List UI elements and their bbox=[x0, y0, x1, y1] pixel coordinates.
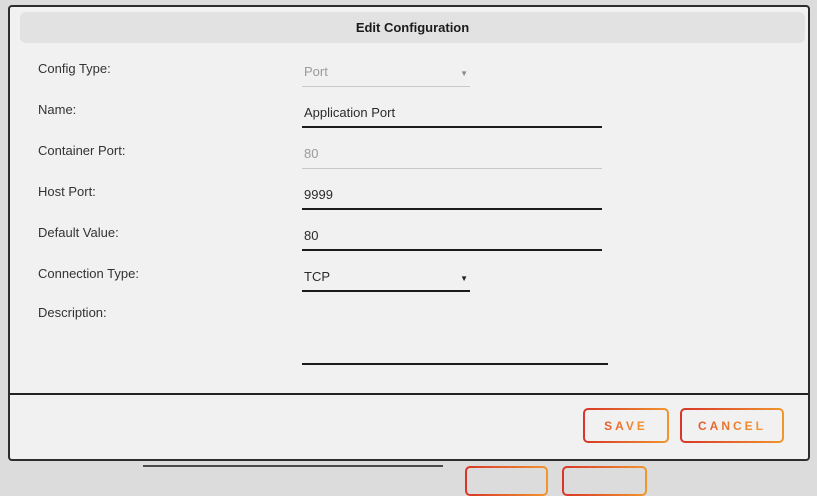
connection-type-row: Connection Type: TCP ▼ bbox=[38, 264, 808, 292]
dialog-footer: SAVE CANCEL bbox=[10, 395, 808, 443]
container-port-label: Container Port: bbox=[38, 143, 302, 169]
connection-type-select[interactable]: TCP ▼ bbox=[302, 265, 470, 292]
edit-configuration-form: Config Type: Port ▼ Name: Container Port… bbox=[10, 43, 808, 365]
background-input-underline bbox=[143, 465, 443, 467]
save-button[interactable]: SAVE bbox=[583, 408, 669, 443]
host-port-input[interactable] bbox=[302, 183, 602, 210]
default-value-label: Default Value: bbox=[38, 225, 302, 251]
connection-type-label: Connection Type: bbox=[38, 266, 302, 292]
background-cancel-button-partial[interactable] bbox=[562, 466, 647, 496]
cancel-button-label: CANCEL bbox=[698, 419, 766, 433]
config-type-value: Port bbox=[304, 64, 328, 79]
host-port-label: Host Port: bbox=[38, 184, 302, 210]
connection-type-value: TCP bbox=[304, 269, 330, 284]
name-row: Name: bbox=[38, 100, 808, 128]
container-port-row: Container Port: bbox=[38, 141, 808, 169]
description-row: Description: bbox=[38, 305, 808, 365]
config-type-row: Config Type: Port ▼ bbox=[38, 59, 808, 87]
default-value-row: Default Value: bbox=[38, 223, 808, 251]
config-type-label: Config Type: bbox=[38, 61, 302, 87]
name-input[interactable] bbox=[302, 101, 602, 128]
description-label: Description: bbox=[38, 305, 302, 320]
cancel-button[interactable]: CANCEL bbox=[680, 408, 784, 443]
dialog-header: Edit Configuration bbox=[20, 12, 805, 43]
host-port-row: Host Port: bbox=[38, 182, 808, 210]
chevron-down-icon: ▼ bbox=[460, 69, 468, 78]
edit-configuration-dialog: Edit Configuration Config Type: Port ▼ N… bbox=[8, 5, 810, 461]
name-label: Name: bbox=[38, 102, 302, 128]
background-save-button-partial[interactable] bbox=[465, 466, 548, 496]
description-textarea[interactable] bbox=[302, 305, 608, 365]
chevron-down-icon: ▼ bbox=[460, 274, 468, 283]
config-type-select: Port ▼ bbox=[302, 60, 470, 87]
container-port-input bbox=[302, 142, 602, 169]
dialog-title: Edit Configuration bbox=[356, 20, 469, 35]
default-value-input[interactable] bbox=[302, 224, 602, 251]
save-button-label: SAVE bbox=[604, 419, 648, 433]
